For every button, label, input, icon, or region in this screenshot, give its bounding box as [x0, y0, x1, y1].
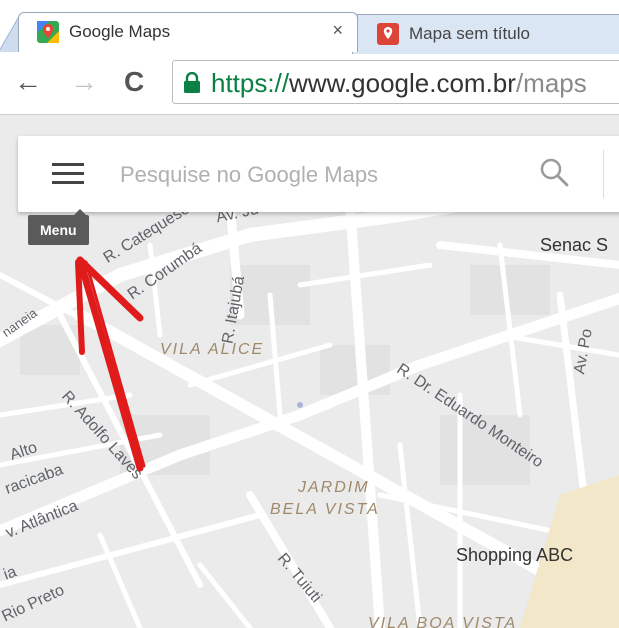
- pin-favicon: [377, 23, 399, 45]
- red-arrow-annotation: [75, 256, 146, 472]
- pin-icon: [383, 27, 393, 40]
- tab-title: Google Maps: [69, 22, 171, 41]
- tab-title: Mapa sem título: [409, 24, 530, 43]
- maps-favicon: [37, 21, 59, 43]
- tab-mapa-sem-titulo[interactable]: Mapa sem título: [352, 14, 619, 54]
- tab-google-maps[interactable]: Google Maps ×: [18, 12, 358, 52]
- close-icon[interactable]: ×: [332, 20, 343, 41]
